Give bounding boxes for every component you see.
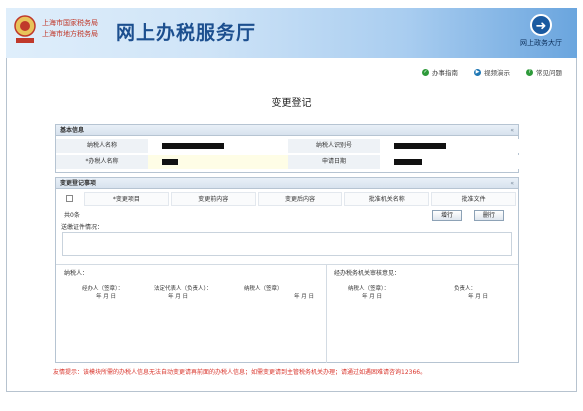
guide-label: 办事指南	[432, 69, 458, 77]
docs-textarea[interactable]	[62, 232, 512, 256]
portal-button[interactable]: ➜ 网上政务大厅	[511, 14, 571, 54]
sig-taxpayer-label: 纳税人（签章）	[244, 286, 283, 292]
guide-link[interactable]: ✓ 办事指南	[422, 67, 458, 77]
taxpayer-sign-label: 纳税人：	[64, 270, 89, 277]
apply-date-value	[380, 155, 520, 169]
guide-icon: ✓	[422, 68, 429, 76]
select-all-checkbox[interactable]	[66, 195, 73, 202]
signature-section: 纳税人： 经办税务机关审核意见： 经办人（签章）： 年 月 日 法定代表人（负责…	[56, 264, 518, 363]
apply-date-label: 申请日期	[288, 155, 380, 169]
sig-date: 年 月 日	[168, 294, 188, 300]
col-change-item: *变更项目	[84, 192, 169, 206]
redacted-block	[394, 159, 422, 165]
sig-date: 年 月 日	[362, 294, 382, 300]
handler-label: *办税人名称	[56, 155, 148, 169]
video-label: 视频演示	[484, 69, 510, 77]
docs-label: 送缴证件情况：	[61, 224, 104, 231]
change-table-actions: 共0条 增行 删行	[56, 209, 518, 223]
col-authority: 批准机关名称	[344, 192, 430, 206]
sig-date: 年 月 日	[96, 294, 116, 300]
org-line-2: 上海市地方税务局	[42, 30, 98, 38]
change-table-header: *变更项目 变更前内容 变更后内容 批准机关名称 批准文件	[56, 192, 518, 206]
taxpayer-id-value	[380, 139, 520, 153]
faq-label: 常见问题	[536, 69, 562, 77]
redacted-block	[394, 143, 446, 149]
basic-info-header[interactable]: 基本信息 «	[56, 125, 518, 136]
sig-taxpayer: 纳税人（签章） 年 月 日	[244, 285, 314, 301]
main-frame: ✓ 办事指南 ▶ 视频演示 ? 常见问题 变更登记 基本信息 « 纳税人名称 纳…	[6, 58, 577, 392]
sig-handler-label: 经办人（签章）：	[82, 286, 124, 292]
select-all-cell	[58, 192, 82, 206]
basic-info-heading: 基本信息	[60, 127, 85, 134]
faq-link[interactable]: ? 常见问题	[526, 67, 562, 77]
change-items-header[interactable]: 变更登记事项 «	[56, 178, 518, 189]
row-count: 共0条	[64, 212, 80, 219]
taxpayer-name-label: 纳税人名称	[56, 139, 148, 153]
taxpayer-name-value	[148, 139, 288, 153]
sig-legal-rep: 法定代表人（负责人）： 年 月 日	[154, 285, 212, 301]
org-names: 上海市国家税务局 上海市地方税务局	[42, 18, 98, 40]
login-arrow-icon: ➜	[530, 14, 552, 36]
taxpayer-id-label: 纳税人识别号	[288, 139, 380, 153]
change-items-heading: 变更登记事项	[60, 180, 97, 187]
page-title: 变更登记	[271, 98, 312, 109]
authority-opinion-label: 经办税务机关审核意见：	[334, 270, 401, 277]
col-before: 变更前内容	[170, 192, 256, 206]
site-title: 网上办税服务厅	[116, 22, 257, 44]
portal-label: 网上政务大厅	[520, 39, 562, 47]
divider	[326, 265, 327, 363]
help-toolbar: ✓ 办事指南 ▶ 视频演示 ? 常见问题	[422, 67, 562, 77]
basic-info-grid: 纳税人名称 纳税人识别号 *办税人名称 申请日期	[56, 139, 520, 169]
change-items-panel: 变更登记事项 « *变更项目 变更前内容 变更后内容 批准机关名称 批准文件 共…	[55, 177, 519, 363]
basic-info-panel: 基本信息 « 纳税人名称 纳税人识别号 *办税人名称 申请日期	[55, 124, 520, 173]
tax-emblem-icon	[14, 15, 36, 43]
delete-row-button[interactable]: 删行	[474, 210, 504, 221]
sig-taxpayer-2-label: 纳税人（签章）：	[348, 286, 390, 292]
col-document: 批准文件	[431, 192, 516, 206]
org-line-1: 上海市国家税务局	[42, 19, 98, 27]
help-icon: ?	[526, 68, 533, 76]
site-header: 上海市国家税务局 上海市地方税务局 网上办税服务厅 ➜ 网上政务大厅	[6, 8, 577, 58]
sig-principal: 负责人： 年 月 日	[454, 285, 488, 301]
redacted-block	[162, 159, 178, 165]
collapse-icon[interactable]: «	[510, 178, 514, 189]
sig-date: 年 月 日	[294, 294, 314, 300]
redacted-block	[162, 143, 224, 149]
sig-date: 年 月 日	[468, 294, 488, 300]
sig-taxpayer-2: 纳税人（签章）： 年 月 日	[348, 285, 389, 301]
col-after: 变更后内容	[257, 192, 343, 206]
sig-legal-rep-label: 法定代表人（负责人）：	[154, 286, 212, 292]
video-icon: ▶	[474, 68, 481, 76]
video-link[interactable]: ▶ 视频演示	[474, 67, 510, 77]
warning-text: 友情提示：该模块所需的办税人信息无法自动变更请再前面的办税人信息；如需变更请到主…	[53, 369, 427, 376]
handler-input[interactable]	[148, 155, 288, 169]
sig-handler: 经办人（签章）： 年 月 日	[82, 285, 123, 301]
sig-principal-label: 负责人：	[454, 286, 477, 292]
add-row-button[interactable]: 增行	[432, 210, 462, 221]
collapse-icon[interactable]: «	[510, 125, 514, 136]
